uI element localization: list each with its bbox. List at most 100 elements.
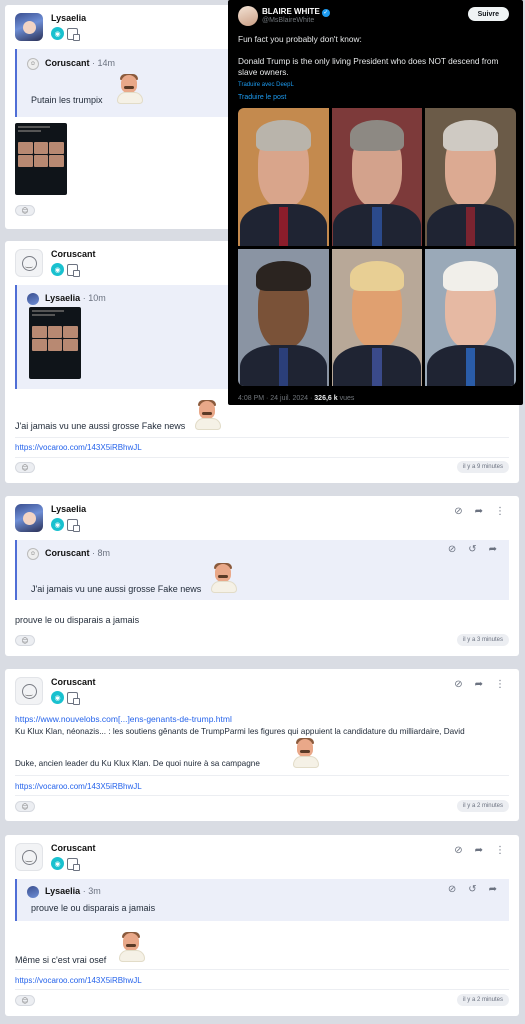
reaction-button[interactable]: ☺ [15, 205, 35, 216]
risitas-sticker [191, 399, 225, 431]
reaction-button[interactable]: ☺ [15, 635, 35, 646]
id-badge-icon [67, 27, 80, 41]
avatar[interactable] [15, 13, 43, 41]
post-timestamp[interactable]: il y a 9 minutes [456, 461, 509, 473]
share-icon[interactable]: ➦ [475, 506, 483, 517]
user-badges: ◉ [51, 518, 80, 532]
username[interactable]: Coruscant [51, 677, 96, 687]
verified-check-icon: ✓ [321, 9, 330, 17]
deepl-translation-credit[interactable]: Traduire avec DeepL [238, 82, 294, 88]
portrait-photo [331, 248, 423, 386]
risitas-sticker [289, 737, 323, 769]
quote-username[interactable]: Coruscant [45, 548, 90, 558]
nouvelobs-link[interactable]: https://www.nouvelobs.com[...]ens-genant… [15, 714, 232, 724]
post-text: J'ai jamais vu une aussi grosse Fake new… [15, 421, 186, 431]
post-timestamp[interactable]: il y a 3 minutes [456, 634, 509, 646]
tweet-screenshot-thumbnail[interactable] [15, 123, 67, 195]
reaction-button[interactable]: ☺ [15, 801, 35, 812]
vocaroo-link[interactable]: https://vocaroo.com/143X5iRBhwJL [15, 782, 142, 791]
hide-icon[interactable]: ⊘ [454, 845, 462, 856]
username[interactable]: Lysaelia [51, 13, 86, 23]
username[interactable]: Lysaelia [51, 504, 86, 514]
divider [15, 457, 509, 458]
tweet-photo-grid[interactable] [238, 108, 516, 386]
owl-badge-icon: ◉ [51, 691, 64, 704]
username[interactable]: Coruscant [51, 843, 96, 853]
username[interactable]: Coruscant [51, 249, 96, 259]
more-options-icon[interactable]: ⋮ [495, 679, 505, 690]
avatar[interactable]: ‿ [15, 677, 43, 705]
share-icon[interactable]: ➦ [475, 679, 483, 690]
tweet-image-overlay: BLAIRE WHITE ✓ @MsBlaireWhite Suivre Fun … [228, 0, 523, 405]
user-badges: ◉ [51, 691, 80, 705]
tweet-meta: 4:08 PM · 24 juil. 2024 · 326,6 k vues [238, 395, 354, 402]
quote-actions: ⊘ ↺ ➦ [448, 884, 497, 895]
owl-badge-icon: ◉ [51, 518, 64, 531]
tweet-views-label: vues [339, 395, 355, 402]
divider [15, 969, 509, 970]
quote-actions: ⊘ ↺ ➦ [448, 544, 497, 555]
post-actions: ⊘ ➦ ⋮ [454, 845, 505, 856]
quote-time: · 10m [82, 293, 106, 303]
post-timestamp[interactable]: il y a 2 minutes [456, 800, 509, 812]
quote-time: · 3m [82, 886, 101, 896]
quote-avatar: ☺ [27, 58, 39, 70]
avatar[interactable] [15, 504, 43, 532]
tweet-time[interactable]: 4:08 PM · 24 juil. 2024 · [238, 395, 312, 402]
user-badges: ◉ [51, 27, 80, 41]
owl-badge-icon: ◉ [51, 263, 64, 276]
user-badges: ◉ [51, 263, 80, 277]
hide-icon[interactable]: ⊘ [454, 506, 462, 517]
quote-username[interactable]: Coruscant [45, 58, 90, 68]
quote-avatar [27, 293, 39, 305]
divider [15, 795, 509, 796]
reaction-button[interactable]: ☺ [15, 995, 35, 1006]
tweet-views-count: 326,6 k [314, 395, 338, 402]
quote-text: prouve le ou disparais a jamais [31, 903, 156, 913]
share-icon[interactable]: ➦ [475, 845, 483, 856]
history-icon[interactable]: ↺ [468, 884, 476, 895]
avatar[interactable]: ‿ [15, 249, 43, 277]
hide-icon[interactable]: ⊘ [448, 544, 456, 555]
more-options-icon[interactable]: ⋮ [495, 506, 505, 517]
share-icon[interactable]: ➦ [489, 544, 497, 555]
quote-username[interactable]: Lysaelia [45, 293, 80, 303]
more-options-icon[interactable]: ⋮ [495, 845, 505, 856]
hide-icon[interactable]: ⊘ [454, 679, 462, 690]
reaction-button[interactable]: ☺ [15, 462, 35, 473]
post-text-line-1: Ku Klux Klan, néonazis... : les soutiens… [15, 727, 465, 736]
post-text: prouve le ou disparais a jamais [15, 615, 140, 625]
portrait-photo [238, 108, 329, 246]
divider [15, 775, 509, 776]
tweet-screenshot-thumbnail[interactable] [29, 307, 81, 379]
quote-text: Putain les trumpix [31, 95, 103, 105]
vocaroo-link[interactable]: https://vocaroo.com/143X5iRBhwJL [15, 976, 142, 985]
tweet-text-line-2: Donald Trump is the only living Presiden… [238, 56, 499, 77]
translate-post-link[interactable]: Traduire le post [238, 94, 286, 101]
quote-time: · 8m [92, 548, 111, 558]
id-badge-icon [67, 518, 80, 532]
follow-button[interactable]: Suivre [467, 7, 509, 21]
tweet-avatar[interactable] [238, 6, 258, 26]
divider [15, 989, 509, 990]
vocaroo-link[interactable]: https://vocaroo.com/143X5iRBhwJL [15, 443, 142, 452]
risitas-sticker [207, 562, 241, 594]
tweet-handle[interactable]: @MsBlaireWhite [262, 17, 314, 24]
hide-icon[interactable]: ⊘ [448, 884, 456, 895]
avatar[interactable]: ‿ [15, 843, 43, 871]
quote-avatar: ☺ [27, 548, 39, 560]
user-badges: ◉ [51, 857, 80, 871]
owl-badge-icon: ◉ [51, 857, 64, 870]
quoted-post[interactable]: Lysaelia · 3m ⊘ ↺ ➦ prouve le ou dispara… [15, 879, 509, 921]
tweet-text-line-1: Fun fact you probably don't know: [238, 34, 362, 44]
id-badge-icon [67, 857, 80, 871]
tweet-author-name[interactable]: BLAIRE WHITE [262, 7, 320, 16]
share-icon[interactable]: ➦ [489, 884, 497, 895]
portrait-photo [425, 108, 516, 246]
quote-username[interactable]: Lysaelia [45, 886, 80, 896]
post-timestamp[interactable]: il y a 2 minutes [456, 994, 509, 1006]
post-actions: ⊘ ➦ ⋮ [454, 506, 505, 517]
portrait-photo [425, 248, 516, 386]
history-icon[interactable]: ↺ [468, 544, 476, 555]
quoted-post[interactable]: ☺ Coruscant · 8m ⊘ ↺ ➦ J'ai jamais vu un… [15, 540, 509, 600]
